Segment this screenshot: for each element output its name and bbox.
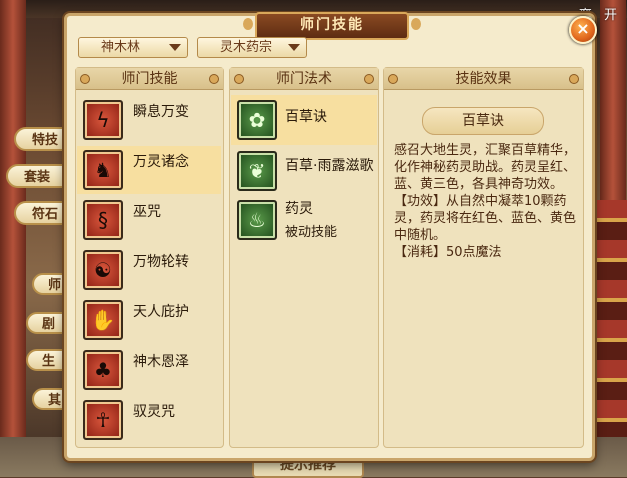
spells-column-header: 师门法术 [230, 68, 378, 90]
branch-select-value: 灵木药宗 [220, 40, 273, 55]
chevron-down-icon [169, 44, 181, 51]
effect-column-header: 技能效果 [384, 68, 583, 90]
effect-description: 感召大地生灵，汇聚百草精华，化作神秘药灵助战。药灵呈红、蓝、黄三色，各具神奇功效… [394, 143, 577, 260]
skill-item[interactable]: ☥ 驭灵咒 [77, 396, 221, 444]
herb-swirl-icon: ✿ [237, 100, 277, 140]
skill-name: 天人庇护 [133, 304, 189, 320]
spell-name: 药灵 [285, 201, 313, 217]
curse-swirl-icon: § [83, 200, 123, 240]
close-icon[interactable]: × [569, 16, 597, 44]
effect-title: 百草诀 [422, 107, 544, 135]
skill-name: 神木恩泽 [133, 354, 189, 370]
skill-name: 万物轮转 [133, 254, 189, 270]
figure-icon: ☥ [83, 400, 123, 440]
leaf-drops-icon: ❦ [237, 151, 277, 191]
sacred-tree-icon: ♣ [83, 350, 123, 390]
spell-name: 百草·雨露滋歌 [285, 158, 374, 174]
spell-item[interactable]: ❦ 百草·雨露滋歌 [231, 146, 377, 194]
praying-hands-icon: ✋ [83, 300, 123, 340]
school-select-value: 神木林 [101, 40, 141, 55]
flame-leaf-icon: ♨ [237, 200, 277, 240]
skill-item[interactable]: ✋ 天人庇护 [77, 296, 221, 344]
skill-item[interactable]: ϟ 瞬息万变 [77, 96, 221, 144]
spell-name: 百草诀 [285, 109, 327, 125]
skill-name: 万灵诸念 [133, 154, 189, 170]
skill-item[interactable]: ☯ 万物轮转 [77, 246, 221, 294]
skill-name: 瞬息万变 [133, 104, 189, 120]
lightning-icon: ϟ [83, 100, 123, 140]
skill-name: 巫咒 [133, 204, 161, 220]
school-select[interactable]: 神木林 [78, 37, 188, 58]
window-title: 师门技能 [243, 12, 421, 40]
spirit-beast-icon: ♞ [83, 150, 123, 190]
spell-item[interactable]: ♨ 药灵 被动技能 [231, 195, 377, 245]
skill-item[interactable]: § 巫咒 [77, 196, 221, 244]
skill-item[interactable]: ♣ 神木恩泽 [77, 346, 221, 394]
skill-item-selected[interactable]: ♞ 万灵诸念 [77, 146, 221, 194]
spell-item-selected[interactable]: ✿ 百草诀 [231, 95, 377, 145]
yin-yang-icon: ☯ [83, 250, 123, 290]
skills-column-header: 师门技能 [76, 68, 223, 90]
spell-subtitle: 被动技能 [285, 225, 338, 240]
skill-name: 驭灵咒 [133, 404, 175, 420]
chevron-down-icon [288, 44, 300, 51]
branch-select[interactable]: 灵木药宗 [197, 37, 307, 58]
left-pillar [0, 0, 26, 477]
